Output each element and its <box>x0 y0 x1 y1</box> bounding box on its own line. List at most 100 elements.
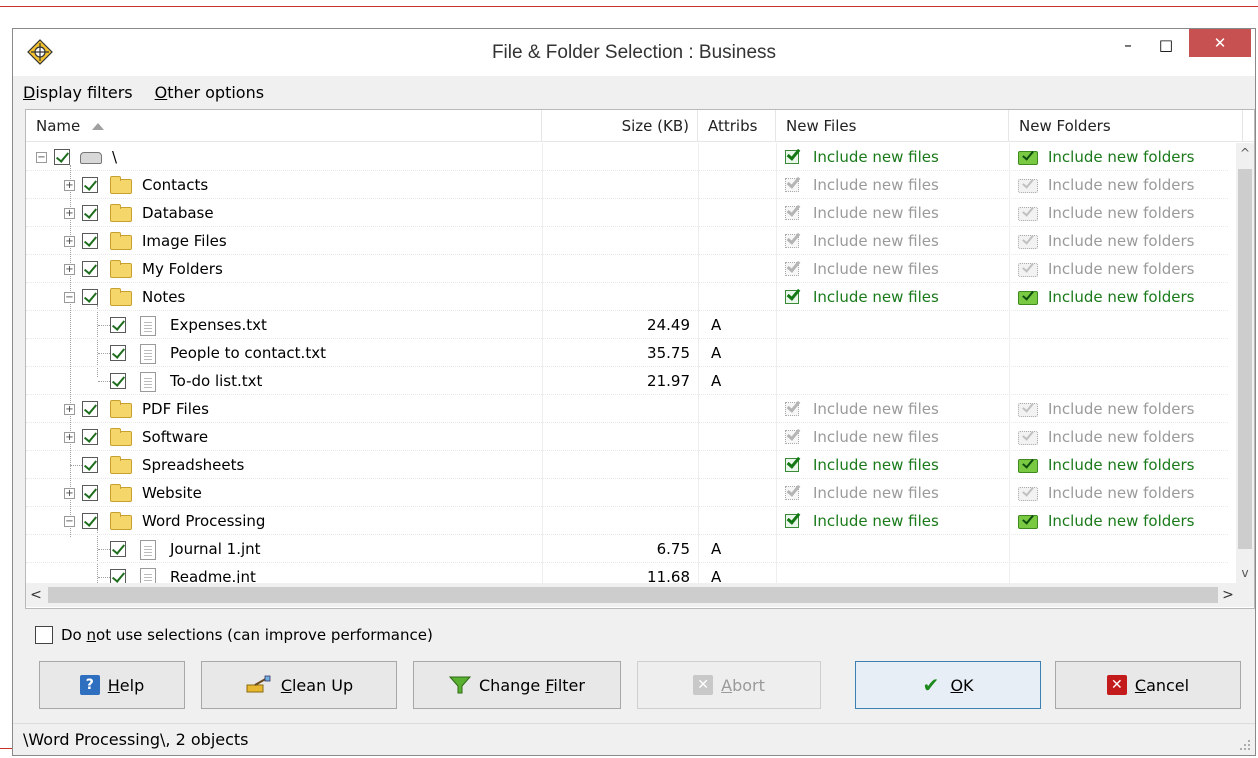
include-files-icon <box>785 482 805 502</box>
include-files-icon <box>785 510 805 530</box>
checkbox-checked[interactable] <box>110 345 126 361</box>
include-new-files-toggle[interactable]: Include new files <box>776 507 1009 535</box>
expand-icon[interactable]: + <box>64 208 75 219</box>
tree-row-file[interactable]: To-do list.txt 21.97 A <box>26 367 1228 395</box>
tree-row-file[interactable]: Readme.jnt 11.68 A <box>26 563 1228 583</box>
row-size <box>542 423 698 451</box>
tree-row-file[interactable]: Journal 1.jnt 6.75 A <box>26 535 1228 563</box>
expand-icon[interactable]: + <box>64 432 75 443</box>
include-new-files-toggle[interactable]: Include new files <box>776 283 1009 311</box>
column-header-new-files[interactable]: New Files <box>776 110 1009 142</box>
include-new-folders-toggle[interactable]: Include new folders <box>1009 255 1228 283</box>
include-new-folders-toggle[interactable]: Include new folders <box>1009 451 1228 479</box>
column-header-attribs[interactable]: Attribs <box>698 110 776 142</box>
file-tree[interactable]: Name Size (KB) Attribs New Files New Fol… <box>25 109 1255 609</box>
tree-row-file[interactable]: Expenses.txt 24.49 A <box>26 311 1228 339</box>
include-new-files-toggle[interactable]: Include new files <box>776 479 1009 507</box>
tree-row-file[interactable]: People to contact.txt 35.75 A <box>26 339 1228 367</box>
tree-row-folder[interactable]: − Word Processing Include new files Incl… <box>26 507 1228 535</box>
tree-row-folder[interactable]: − Notes Include new files Include new fo… <box>26 283 1228 311</box>
checkbox-checked[interactable] <box>82 177 98 193</box>
column-header-size[interactable]: Size (KB) <box>542 110 698 142</box>
checkbox-checked[interactable] <box>82 457 98 473</box>
include-new-folders-toggle[interactable]: Include new folders <box>1009 423 1228 451</box>
resize-grip-icon[interactable] <box>1239 739 1251 751</box>
scroll-left-icon[interactable]: < <box>26 583 46 607</box>
scroll-down-icon[interactable]: v <box>1236 563 1254 583</box>
include-new-files-toggle[interactable]: Include new files <box>776 227 1009 255</box>
ok-button[interactable]: ✔ OK <box>855 661 1041 709</box>
menu-other-options[interactable]: Other options <box>155 83 264 102</box>
title-bar[interactable]: File & Folder Selection : Business – □ ✕ <box>13 29 1255 76</box>
include-new-folders-toggle[interactable]: Include new folders <box>1009 395 1228 423</box>
checkbox-checked[interactable] <box>82 205 98 221</box>
checkbox-checked[interactable] <box>82 485 98 501</box>
checkbox-checked[interactable] <box>82 429 98 445</box>
include-new-files-toggle[interactable]: Include new files <box>776 171 1009 199</box>
expand-icon[interactable]: + <box>64 236 75 247</box>
dont-use-selections-option[interactable]: Do not use selections (can improve perfo… <box>35 625 433 645</box>
column-header-new-folders[interactable]: New Folders <box>1009 110 1243 142</box>
row-attribs: A <box>698 311 776 339</box>
tree-row-folder[interactable]: + My Folders Include new files Include n… <box>26 255 1228 283</box>
minimize-button[interactable]: – <box>1113 29 1143 61</box>
include-new-files-toggle[interactable]: Include new files <box>776 423 1009 451</box>
include-new-folders-toggle[interactable]: Include new folders <box>1009 507 1228 535</box>
include-new-folders-toggle[interactable]: Include new folders <box>1009 171 1228 199</box>
scroll-up-icon[interactable]: ^ <box>1236 143 1254 163</box>
abort-button[interactable]: ✕ Abort <box>637 661 821 709</box>
cancel-button[interactable]: ✕ Cancel <box>1055 661 1241 709</box>
horizontal-scroll-thumb[interactable] <box>48 587 1218 603</box>
checkbox-checked[interactable] <box>110 541 126 557</box>
column-header-name[interactable]: Name <box>26 110 542 142</box>
include-new-folders-toggle[interactable]: Include new folders <box>1009 227 1228 255</box>
tree-row-folder[interactable]: + Website Include new files Include new … <box>26 479 1228 507</box>
maximize-button[interactable]: □ <box>1149 29 1183 61</box>
collapse-icon[interactable]: − <box>36 152 47 163</box>
tree-row-folder[interactable]: + Database Include new files Include new… <box>26 199 1228 227</box>
expand-icon[interactable]: + <box>64 264 75 275</box>
row-size <box>542 507 698 535</box>
include-new-files-toggle[interactable]: Include new files <box>776 451 1009 479</box>
include-new-folders-toggle[interactable]: Include new folders <box>1009 143 1228 171</box>
checkbox-checked[interactable] <box>82 289 98 305</box>
change-filter-button[interactable]: Change Filter <box>413 661 621 709</box>
vertical-scroll-thumb[interactable] <box>1238 169 1252 549</box>
include-folders-icon <box>1018 456 1040 474</box>
tree-row-folder[interactable]: + Software Include new files Include new… <box>26 423 1228 451</box>
checkbox-checked[interactable] <box>82 401 98 417</box>
close-button[interactable]: ✕ <box>1189 29 1251 57</box>
include-new-files-toggle[interactable]: Include new files <box>776 395 1009 423</box>
checkbox-checked[interactable] <box>54 149 70 165</box>
collapse-icon[interactable]: − <box>64 292 75 303</box>
scroll-right-icon[interactable]: > <box>1218 583 1238 607</box>
clean-up-button[interactable]: Clean Up <box>201 661 397 709</box>
help-button[interactable]: ? Help <box>39 661 185 709</box>
checkbox-checked[interactable] <box>110 317 126 333</box>
checkbox-checked[interactable] <box>82 261 98 277</box>
include-new-files-toggle[interactable]: Include new files <box>776 255 1009 283</box>
expand-icon[interactable]: + <box>64 404 75 415</box>
include-new-folders-toggle[interactable]: Include new folders <box>1009 283 1228 311</box>
include-new-files-toggle[interactable]: Include new files <box>776 143 1009 171</box>
menu-display-filters[interactable]: Display filters <box>23 83 133 102</box>
checkbox-checked[interactable] <box>110 373 126 389</box>
expand-icon[interactable]: + <box>64 180 75 191</box>
collapse-icon[interactable]: − <box>64 516 75 527</box>
expand-icon[interactable]: + <box>64 488 75 499</box>
include-new-files-toggle[interactable]: Include new files <box>776 199 1009 227</box>
tree-row-folder[interactable]: Spreadsheets Include new files Include n… <box>26 451 1228 479</box>
include-new-folders-toggle[interactable]: Include new folders <box>1009 479 1228 507</box>
include-files-icon <box>785 174 805 194</box>
vertical-scrollbar[interactable]: ^ v <box>1236 143 1254 583</box>
tree-row-root[interactable]: − \ Include new files Include new folder… <box>26 143 1228 171</box>
tree-row-folder[interactable]: + Contacts Include new files Include new… <box>26 171 1228 199</box>
dont-use-selections-checkbox[interactable] <box>35 626 53 644</box>
tree-row-folder[interactable]: + PDF Files Include new files Include ne… <box>26 395 1228 423</box>
include-new-folders-toggle[interactable]: Include new folders <box>1009 199 1228 227</box>
horizontal-scrollbar[interactable]: < > <box>26 583 1254 607</box>
tree-row-folder[interactable]: + Image Files Include new files Include … <box>26 227 1228 255</box>
checkbox-checked[interactable] <box>82 513 98 529</box>
checkbox-checked[interactable] <box>110 569 126 583</box>
checkbox-checked[interactable] <box>82 233 98 249</box>
